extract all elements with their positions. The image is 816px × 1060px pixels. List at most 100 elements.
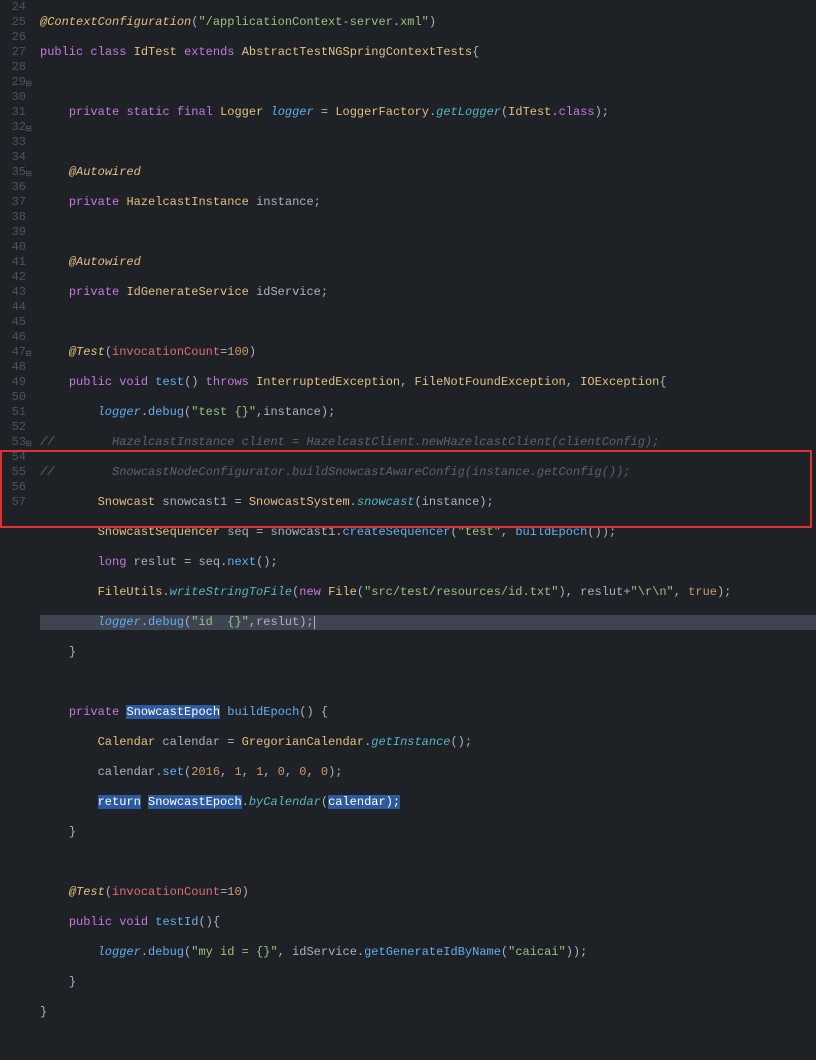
- code-line[interactable]: SnowcastSequencer seq = snowcast1.create…: [40, 525, 816, 540]
- line-number: 54: [0, 450, 26, 465]
- method-call: getGenerateIdByName: [364, 945, 501, 959]
- line-number: 55: [0, 465, 26, 480]
- number: 0: [299, 765, 306, 779]
- code-line[interactable]: // SnowcastNodeConfigurator.buildSnowcas…: [40, 465, 816, 480]
- keyword: private: [69, 285, 119, 299]
- class-ref: FileUtils: [98, 585, 163, 599]
- method-call: set: [162, 765, 184, 779]
- code-line[interactable]: }: [40, 1005, 816, 1020]
- code-line[interactable]: @ContextConfiguration("/applicationConte…: [40, 15, 816, 30]
- keyword: public: [69, 375, 112, 389]
- code-editor[interactable]: 24 25 26 27 28 29⊟ 30 31 32⊟ 33 34 35⊟ 3…: [0, 0, 816, 530]
- line-number: 43: [0, 285, 26, 300]
- code-line[interactable]: private SnowcastEpoch buildEpoch() {: [40, 705, 816, 720]
- code-line[interactable]: public void testId(){: [40, 915, 816, 930]
- line-number: 38: [0, 210, 26, 225]
- code-line[interactable]: [40, 855, 816, 870]
- code-line[interactable]: }: [40, 645, 816, 660]
- code-line[interactable]: [40, 675, 816, 690]
- field-ref: logger: [98, 405, 141, 419]
- code-line[interactable]: Calendar calendar = GregorianCalendar.ge…: [40, 735, 816, 750]
- code-line[interactable]: [40, 315, 816, 330]
- keyword: public: [40, 45, 83, 59]
- annotation: @Autowired: [69, 255, 141, 269]
- code-line[interactable]: private static final Logger logger = Log…: [40, 105, 816, 120]
- code-line[interactable]: }: [40, 825, 816, 840]
- method-call: debug: [148, 945, 184, 959]
- code-line[interactable]: public void test() throws InterruptedExc…: [40, 375, 816, 390]
- method-call: next: [227, 555, 256, 569]
- identifier: seq: [198, 555, 220, 569]
- line-number: 44: [0, 300, 26, 315]
- fold-icon[interactable]: ⊟: [24, 167, 32, 175]
- number: 1: [256, 765, 263, 779]
- code-line[interactable]: Snowcast snowcast1 = SnowcastSystem.snow…: [40, 495, 816, 510]
- line-number: 49: [0, 375, 26, 390]
- code-line[interactable]: logger.debug("test {}",instance);: [40, 405, 816, 420]
- code-line-selected[interactable]: logger.debug("id {}",reslut);: [40, 615, 816, 630]
- code-line[interactable]: [40, 75, 816, 90]
- code-line[interactable]: @Autowired: [40, 165, 816, 180]
- code-line[interactable]: [40, 225, 816, 240]
- class-ref: File: [328, 585, 357, 599]
- fold-icon[interactable]: ⊟: [24, 437, 32, 445]
- code-line[interactable]: logger.debug("my id = {}", idService.get…: [40, 945, 816, 960]
- code-line[interactable]: FileUtils.writeStringToFile(new File("sr…: [40, 585, 816, 600]
- method-name: testId: [155, 915, 198, 929]
- code-line[interactable]: [40, 135, 816, 150]
- code-line[interactable]: public class IdTest extends AbstractTest…: [40, 45, 816, 60]
- method-call: buildEpoch: [515, 525, 587, 539]
- code-line[interactable]: return SnowcastEpoch.byCalendar(calendar…: [40, 795, 816, 810]
- number: 0: [321, 765, 328, 779]
- keyword: class: [559, 105, 595, 119]
- type: IOException: [580, 375, 659, 389]
- string-literal: "src/test/resources/id.txt": [364, 585, 558, 599]
- method-call: debug: [148, 615, 184, 629]
- fold-icon[interactable]: ⊟: [24, 77, 32, 85]
- identifier: idService: [292, 945, 357, 959]
- keyword: final: [177, 105, 213, 119]
- highlight-box: [0, 450, 812, 528]
- code-line[interactable]: @Test(invocationCount=10): [40, 885, 816, 900]
- annotation: @Test: [69, 345, 105, 359]
- line-number: 48: [0, 360, 26, 375]
- keyword: private: [69, 105, 119, 119]
- line-number: 24: [0, 0, 26, 15]
- code-line[interactable]: // HazelcastInstance client = HazelcastC…: [40, 435, 816, 450]
- string-literal: "test": [458, 525, 501, 539]
- line-number: 52: [0, 420, 26, 435]
- code-line[interactable]: }: [40, 975, 816, 990]
- identifier: seq: [227, 525, 249, 539]
- type: HazelcastInstance: [126, 195, 248, 209]
- code-line[interactable]: private IdGenerateService idService;: [40, 285, 816, 300]
- code-area[interactable]: @ContextConfiguration("/applicationConte…: [32, 0, 816, 530]
- line-number: 35⊟: [0, 165, 26, 180]
- line-number: 46: [0, 330, 26, 345]
- type: InterruptedException: [256, 375, 400, 389]
- code-line[interactable]: private HazelcastInstance instance;: [40, 195, 816, 210]
- identifier: calendar: [162, 735, 220, 749]
- string-literal: "/applicationContext-server.xml": [198, 15, 428, 29]
- identifier: calendar: [98, 765, 156, 779]
- field: idService: [256, 285, 321, 299]
- line-number: 32⊟: [0, 120, 26, 135]
- code-line[interactable]: long reslut = seq.next();: [40, 555, 816, 570]
- line-number: 57: [0, 495, 26, 510]
- fold-icon[interactable]: ⊟: [24, 347, 32, 355]
- code-line[interactable]: @Autowired: [40, 255, 816, 270]
- line-number: 39: [0, 225, 26, 240]
- line-number: 29⊟: [0, 75, 26, 90]
- line-number: 45: [0, 315, 26, 330]
- line-number: 26: [0, 30, 26, 45]
- number: 100: [227, 345, 249, 359]
- keyword: new: [299, 585, 321, 599]
- type: IdGenerateService: [126, 285, 248, 299]
- field: logger: [271, 105, 314, 119]
- code-line[interactable]: @Test(invocationCount=100): [40, 345, 816, 360]
- keyword-highlighted: return: [98, 795, 141, 809]
- fold-icon[interactable]: ⊟: [24, 122, 32, 130]
- method-call: getInstance: [371, 735, 450, 749]
- line-number: 50: [0, 390, 26, 405]
- code-line[interactable]: calendar.set(2016, 1, 1, 0, 0, 0);: [40, 765, 816, 780]
- keyword: long: [98, 555, 127, 569]
